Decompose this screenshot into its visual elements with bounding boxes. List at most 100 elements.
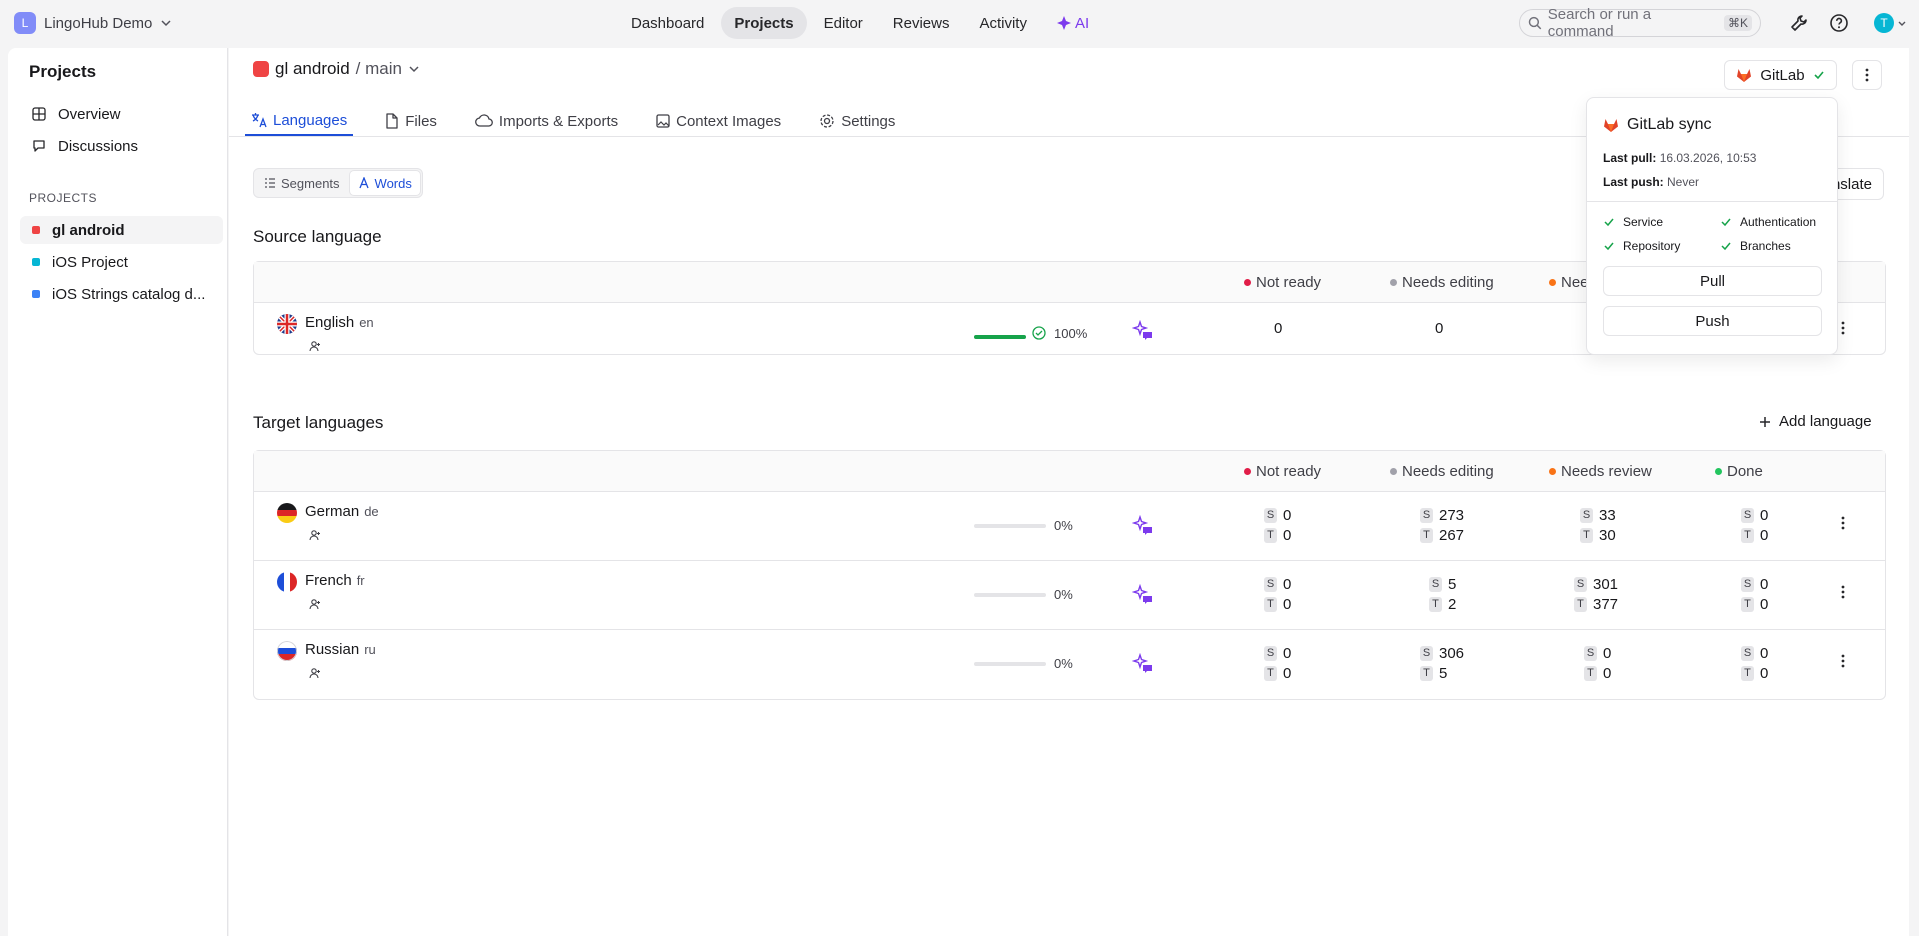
main-nav: Dashboard Projects Editor Reviews Activi… — [618, 7, 1102, 39]
nav-activity[interactable]: Activity — [966, 7, 1040, 39]
nav-projects[interactable]: Projects — [721, 7, 807, 39]
chat-icon — [33, 140, 45, 152]
check-circle-icon — [1032, 326, 1046, 340]
tab-languages[interactable]: Languages — [245, 106, 354, 136]
target-languages-title: Target languages — [253, 413, 384, 432]
last-pull: Last pull: 16.03.2026, 10:53 — [1603, 151, 1757, 165]
list-icon — [265, 178, 275, 188]
segments-toggle[interactable]: Segments — [256, 171, 348, 195]
ai-translate-icon[interactable] — [1132, 653, 1154, 675]
more-options-button[interactable] — [1852, 60, 1882, 90]
org-badge: L — [14, 12, 36, 34]
progress-bar — [974, 662, 1046, 666]
ai-translate-icon[interactable] — [1132, 515, 1154, 537]
progress-fill — [974, 335, 1026, 339]
nav-dashboard[interactable]: Dashboard — [618, 7, 717, 39]
check-repository: Repository — [1603, 239, 1680, 253]
assign-user-icon[interactable] — [309, 340, 321, 352]
header-needs-editing: Needs editing — [1390, 463, 1494, 480]
tab-context-images[interactable]: Context Images — [650, 106, 787, 136]
sidebar-title: Projects — [29, 62, 97, 81]
search-icon — [1528, 16, 1542, 30]
branch-selector[interactable]: / main — [356, 59, 402, 79]
search-input[interactable]: Search or run a command ⌘K — [1519, 6, 1761, 40]
wrench-icon[interactable] — [1789, 13, 1809, 33]
kebab-icon[interactable] — [1841, 516, 1845, 530]
nav-editor[interactable]: Editor — [811, 7, 876, 39]
header-not-ready: Not ready — [1244, 463, 1321, 480]
gitlab-sync-button[interactable]: GitLab — [1724, 60, 1837, 90]
add-language-button[interactable]: Add language — [1759, 413, 1872, 430]
table-row[interactable]: German de 0% S0T0 S 273 T 267 S 33 T 30 S0T0 — [254, 492, 1885, 561]
done-stats: S0T0 — [1741, 576, 1768, 613]
sidebar-project-ios-strings[interactable]: iOS Strings catalog d... — [20, 280, 223, 308]
search-shortcut: ⌘K — [1723, 15, 1752, 31]
org-switcher[interactable]: L LingoHub Demo — [14, 12, 172, 34]
translate-icon — [252, 113, 267, 128]
top-bar: L LingoHub Demo Dashboard Projects Edito… — [0, 0, 1919, 46]
sidebar-project-label: iOS Strings catalog d... — [52, 285, 206, 303]
tab-files[interactable]: Files — [379, 106, 443, 136]
check-service: Service — [1603, 215, 1663, 229]
table-row[interactable]: French fr 0% S0T0 S5T2 S 301 T 377 S0T0 — [254, 561, 1885, 630]
tab-label: Languages — [273, 111, 348, 129]
words-toggle[interactable]: Words — [349, 171, 420, 195]
kebab-icon[interactable] — [1841, 585, 1845, 599]
tab-imports-exports[interactable]: Imports & Exports — [469, 106, 624, 136]
header-needs-editing: Needs editing — [1390, 274, 1494, 291]
russia-flag-icon — [277, 641, 297, 661]
gitlab-icon — [1737, 69, 1752, 82]
plus-icon — [1760, 416, 1770, 427]
project-header: gl android / main — [253, 59, 420, 79]
needs-editing-stats: S 306 T 5 — [1420, 645, 1464, 682]
popover-title: GitLab sync — [1603, 116, 1711, 134]
check-icon — [1814, 71, 1824, 80]
tab-settings[interactable]: Settings — [813, 106, 901, 136]
header-done: Done — [1715, 463, 1763, 480]
source-language-title: Source language — [253, 227, 382, 246]
text-a-icon — [358, 177, 369, 189]
needs-editing-stats: S 273 T 267 — [1420, 507, 1464, 544]
user-avatar[interactable]: T — [1874, 13, 1894, 33]
needs-review-stats: S0T0 — [1584, 645, 1611, 682]
words-label: Words — [374, 175, 412, 191]
android-project-icon — [253, 61, 269, 77]
not-ready-stats: S0T0 — [1264, 507, 1291, 544]
sidebar-item-overview[interactable]: Overview — [20, 100, 223, 128]
kebab-icon[interactable] — [1841, 654, 1845, 668]
target-languages-table: Not ready Needs editing Needs review Don… — [253, 450, 1886, 700]
check-icon — [1604, 218, 1614, 227]
pull-button[interactable]: Pull — [1603, 266, 1822, 296]
needs-editing-stats: S5T2 — [1429, 576, 1456, 613]
nav-reviews[interactable]: Reviews — [880, 7, 963, 39]
ai-translate-icon[interactable] — [1132, 584, 1154, 606]
progress-bar — [974, 335, 1026, 339]
header-not-ready: Not ready — [1244, 274, 1321, 291]
table-row[interactable]: Russian ru 0% S0T0 S 306 T 5 S0T0 S0T0 — [254, 630, 1885, 699]
assign-user-icon[interactable] — [309, 598, 321, 610]
help-icon[interactable] — [1829, 13, 1849, 33]
segments-label: Segments — [281, 175, 340, 191]
sidebar: Projects Overview Discussions PROJECTS g… — [8, 48, 228, 936]
assign-user-icon[interactable] — [309, 529, 321, 541]
kebab-icon[interactable] — [1841, 321, 1845, 335]
project-name: gl android — [275, 59, 350, 78]
chevron-down-icon[interactable] — [408, 63, 420, 75]
nav-ai[interactable]: AI — [1044, 7, 1102, 39]
done-stats: S0T0 — [1741, 507, 1768, 544]
push-button[interactable]: Push — [1603, 306, 1822, 336]
sidebar-project-gl-android[interactable]: gl android — [20, 216, 223, 244]
project-color-dot — [32, 258, 40, 266]
header-needs-review: Needs review — [1549, 463, 1652, 480]
sidebar-item-discussions[interactable]: Discussions — [20, 132, 223, 160]
check-branches: Branches — [1720, 239, 1791, 253]
project-color-dot — [32, 226, 40, 234]
language-code: fr — [356, 573, 365, 588]
sidebar-project-ios-project[interactable]: iOS Project — [20, 248, 223, 276]
check-icon — [1604, 242, 1614, 251]
assign-user-icon[interactable] — [309, 667, 321, 679]
tab-label: Files — [405, 112, 437, 130]
progress-percent: 100% — [1054, 326, 1088, 341]
ai-translate-icon[interactable] — [1132, 320, 1154, 342]
chevron-down-icon[interactable] — [1897, 19, 1907, 29]
